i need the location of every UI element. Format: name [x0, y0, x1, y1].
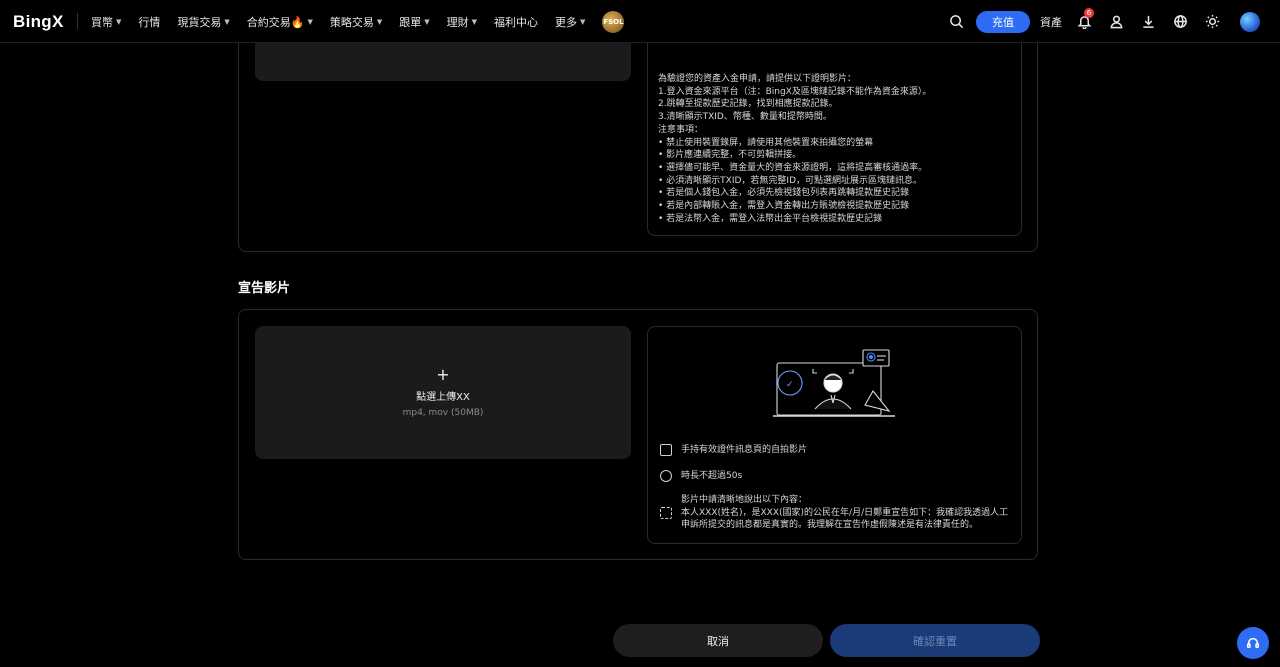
chevron-down-icon: ▼: [376, 17, 383, 26]
nav-item-markets[interactable]: 行情: [138, 14, 160, 30]
requirement-selfie: 手持有效證件訊息頁的自拍影片: [660, 444, 807, 457]
chevron-down-icon: ▼: [580, 17, 586, 26]
chevron-down-icon: ▼: [471, 17, 478, 26]
nav-divider: [77, 13, 78, 29]
nav-menu: 買幣 ▼ 行情 現貨交易 ▼ 合約交易🔥 ▼ 策略交易 ▼ 跟單 ▼ 理財 ▼ 福利中心 更…: [91, 0, 625, 43]
nav-item-futures[interactable]: 合約交易🔥 ▼: [247, 14, 313, 30]
assets-link[interactable]: 資產: [1040, 14, 1062, 30]
section-title-declaration: 宣告影片: [238, 281, 291, 296]
confirm-reset-button[interactable]: 確認重置: [830, 624, 1040, 657]
declaration-upload-area[interactable]: + 點選上傳XX mp4, mov (50MB): [255, 326, 631, 459]
svg-text:✓: ✓: [786, 380, 794, 390]
plus-icon: +: [436, 364, 450, 384]
promo-badge-icon[interactable]: FSOL: [602, 10, 625, 33]
declaration-requirements-panel: ✓ 手持有效證件訊息頁的自拍影片 時長不超過50s 影片中請清晰地說出以下內容：…: [647, 326, 1022, 544]
declaration-card: + 點選上傳XX mp4, mov (50MB) ✓ 手持有效證件訊息頁的自拍影…: [238, 309, 1038, 560]
customer-support-icon[interactable]: [1237, 627, 1269, 659]
chevron-down-icon: ▼: [424, 17, 430, 26]
chevron-down-icon: ▼: [307, 17, 313, 26]
theme-sun-icon[interactable]: [1196, 6, 1228, 38]
requirement-statement: 影片中請清晰地說出以下內容： 本人XXX(姓名)，是XXX(國家)的公民在年/月…: [660, 494, 1008, 532]
bingx-logo[interactable]: BingX: [13, 12, 64, 32]
upload-hint: mp4, mov (50MB): [402, 407, 484, 418]
nav-item-rewards[interactable]: 福利中心: [494, 14, 538, 30]
id-card-icon: [660, 444, 672, 457]
source-instructions-text: 為驗證您的資產入金申請，請提供以下證明影片： 1.登入資金來源平台（注：Bing…: [658, 74, 932, 224]
chevron-down-icon: ▼: [224, 17, 230, 26]
nav-item-more[interactable]: 更多 ▼: [555, 14, 585, 30]
requirement-duration: 時長不超過50s: [660, 470, 742, 483]
nav-item-strategy[interactable]: 策略交易 ▼: [330, 14, 382, 30]
avatar[interactable]: [1240, 11, 1260, 32]
cancel-button[interactable]: 取消: [613, 624, 823, 657]
clock-icon: [660, 470, 672, 483]
globe-icon[interactable]: [1164, 6, 1196, 38]
nav-item-copy-trading[interactable]: 跟單 ▼: [399, 14, 429, 30]
top-nav: BingX 買幣 ▼ 行情 現貨交易 ▼ 合約交易🔥 ▼ 策略交易 ▼ 跟單 ▼ 理財 ▼ …: [0, 0, 1280, 43]
nav-item-earn[interactable]: 理財 ▼: [447, 14, 477, 30]
chevron-down-icon: ▼: [116, 17, 122, 26]
notification-bell-icon[interactable]: 6: [1068, 6, 1100, 38]
nav-item-buy-crypto[interactable]: 買幣 ▼: [91, 14, 121, 30]
download-icon[interactable]: [1132, 6, 1164, 38]
notification-badge: 6: [1084, 7, 1094, 18]
upload-title: 點選上傳XX: [416, 391, 470, 403]
face-scan-icon: [660, 506, 672, 519]
search-icon[interactable]: [940, 6, 972, 38]
selfie-video-illustration-icon: ✓: [773, 349, 895, 417]
nav-item-spot[interactable]: 現貨交易 ▼: [177, 14, 229, 30]
nav-actions: 充值 資產 6: [940, 0, 1260, 43]
user-icon[interactable]: [1100, 6, 1132, 38]
deposit-button[interactable]: 充值: [976, 10, 1030, 33]
